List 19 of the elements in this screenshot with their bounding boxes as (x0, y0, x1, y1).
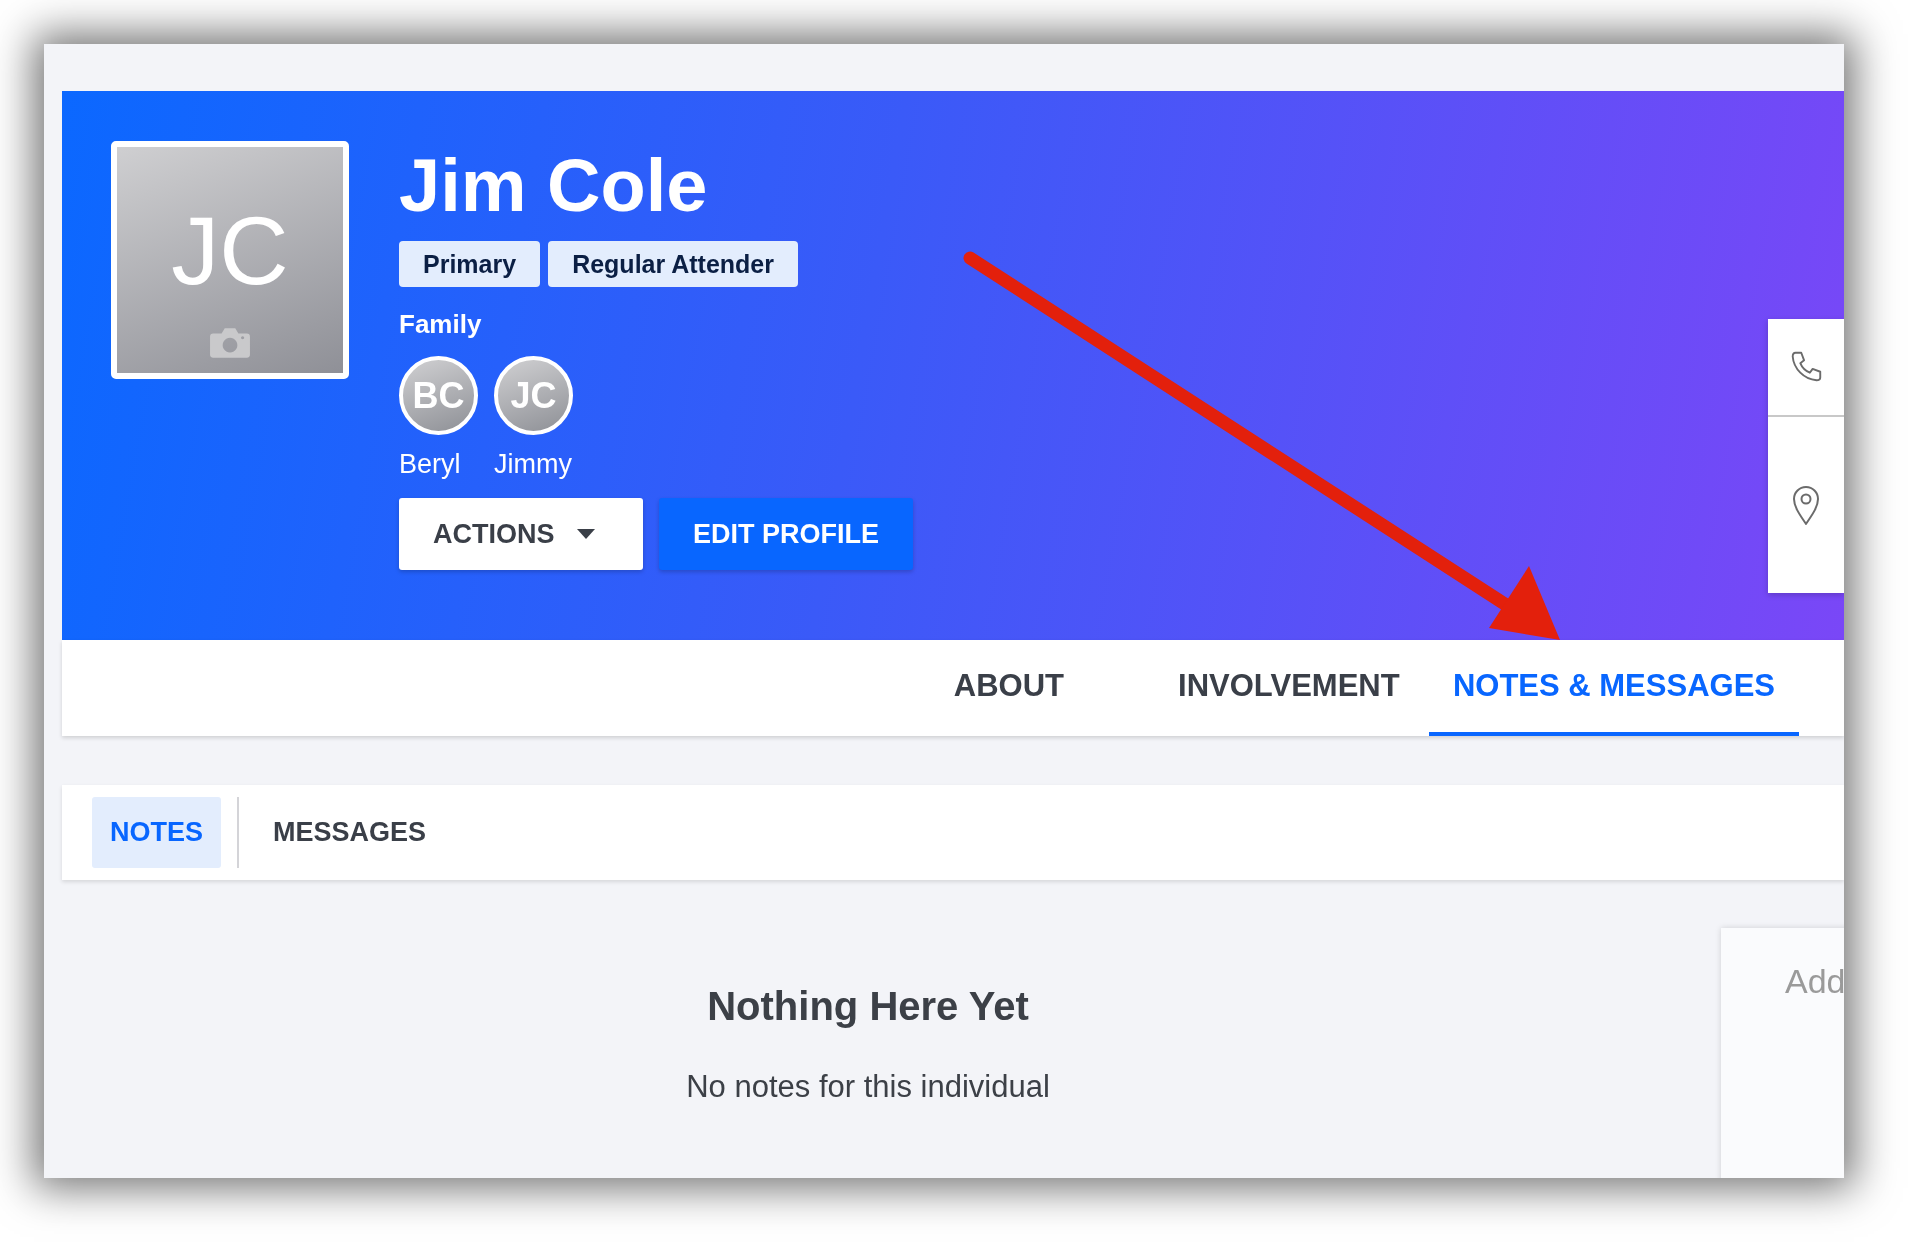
profile-name: Jim Cole (399, 149, 708, 223)
side-card-heading: Add (1785, 962, 1844, 1000)
location-pin-icon[interactable] (1791, 484, 1821, 526)
tab[interactable]: ABOUT (868, 640, 1149, 736)
empty-state-message: No notes for this individual (686, 1069, 1050, 1105)
empty-state-title: Nothing Here Yet (707, 984, 1029, 1029)
status-badge: Regular Attender (548, 241, 798, 287)
caret-icon (576, 529, 595, 539)
avatar-initials: JC (171, 196, 289, 306)
actions-button[interactable]: ACTIONS (399, 498, 643, 570)
family-label: Family (399, 309, 482, 340)
edit-profile-button[interactable]: EDIT PROFILE (659, 498, 913, 570)
tab[interactable]: INVOLVEMENT (1148, 640, 1429, 736)
tab[interactable]: NOTES & MESSAGES (1428, 640, 1799, 736)
family-member-name[interactable]: Beryl (399, 449, 461, 480)
subtab[interactable]: MESSAGES (255, 797, 445, 868)
status-badge: Primary (399, 241, 541, 287)
family-member-name[interactable]: Jimmy (494, 449, 572, 480)
subtab[interactable]: NOTES (92, 797, 221, 868)
